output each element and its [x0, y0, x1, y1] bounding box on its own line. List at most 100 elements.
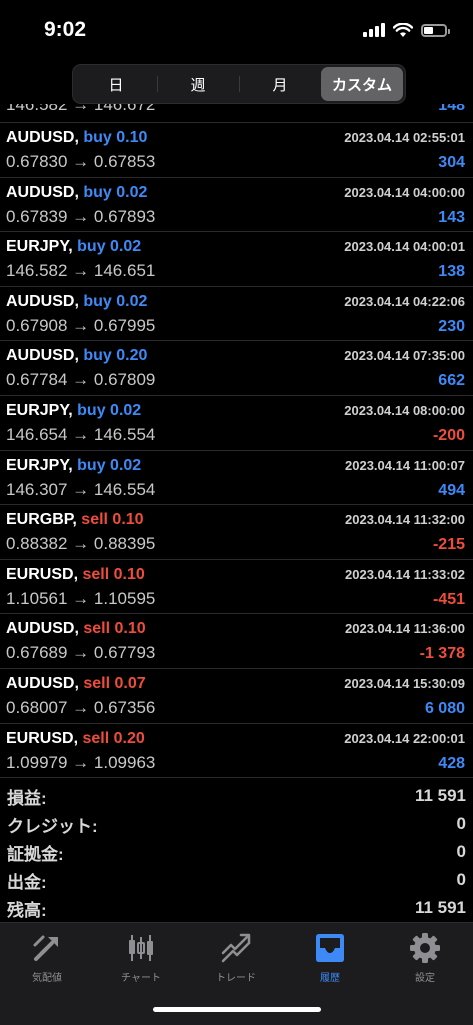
trade-profit: -1 378: [419, 645, 465, 663]
trade-symbol: EURJPY,: [6, 238, 73, 256]
trade-profit: -215: [432, 536, 465, 554]
trade-side: buy 0.02: [77, 238, 142, 256]
settings-icon: [410, 933, 440, 963]
home-indicator: [153, 1007, 321, 1012]
wifi-icon: [393, 22, 413, 37]
status-bar: 9:02: [0, 0, 473, 56]
trade-side: buy 0.20: [83, 347, 148, 365]
trade-row[interactable]: EURJPY, buy 0.02 2023.04.14 08:00:00 146.6…: [0, 396, 473, 451]
trade-profit: 662: [438, 372, 465, 390]
period-segmented-control: 日 週 月 カスタム: [72, 64, 406, 104]
summary-label: 証拠金:: [7, 844, 64, 864]
trade-row[interactable]: AUDUSD, sell 0.10 2023.04.14 11:36:00 0.67…: [0, 614, 473, 669]
trade-time: 2023.04.14 04:00:01: [344, 239, 465, 255]
trade-time: 2023.04.14 04:00:00: [344, 184, 465, 200]
tab-settings[interactable]: 設定: [378, 931, 472, 984]
trade-time: 2023.04.14 11:33:02: [345, 566, 465, 582]
summary-credit: クレジット: 0: [0, 810, 473, 838]
trade-time: 2023.04.14 11:32:00: [345, 512, 465, 528]
trade-symbol: AUDUSD,: [6, 347, 79, 365]
trade-side: sell 0.07: [83, 674, 146, 692]
summary-label: 出金:: [7, 872, 47, 892]
trade-symbol: EURUSD,: [6, 565, 79, 583]
trade-profit: 304: [438, 154, 465, 171]
tab-label: 設定: [415, 973, 435, 984]
trade-row[interactable]: EURJPY, buy 0.02 2023.04.14 11:00:07 146.3…: [0, 451, 473, 506]
segment-day[interactable]: 日: [75, 67, 157, 101]
trade-prices: 0.67839 → 0.67893: [6, 206, 156, 226]
trade-history-list[interactable]: 146.582 → 146.672 148 AUDUSD, buy 0.10 20…: [0, 104, 473, 778]
trade-profit: -451: [432, 590, 465, 608]
segment-month[interactable]: 月: [239, 67, 321, 101]
trade-row[interactable]: EURUSD, sell 0.10 2023.04.14 11:33:02 1.10…: [0, 560, 473, 615]
tab-trade[interactable]: トレード: [189, 931, 283, 984]
trade-symbol: AUDUSD,: [6, 674, 79, 692]
trade-profit: 230: [438, 317, 465, 335]
trade-row[interactable]: AUDUSD, buy 0.20 2023.04.14 07:35:00 0.677…: [0, 341, 473, 396]
status-icons: [363, 20, 450, 40]
trade-profit: 428: [438, 754, 465, 772]
trade-time: 2023.04.14 11:00:07: [345, 457, 465, 473]
trade-side: sell 0.20: [82, 729, 145, 747]
summary-value: 0: [456, 842, 466, 861]
trade-side: sell 0.10: [81, 511, 144, 529]
trade-side: sell 0.10: [82, 565, 145, 583]
trade-side: buy 0.10: [83, 129, 148, 146]
tab-label: トレード: [216, 973, 256, 984]
trade-symbol: AUDUSD,: [6, 129, 79, 146]
segment-week[interactable]: 週: [157, 67, 239, 101]
trade-profit: 6 080: [424, 699, 465, 717]
trade-time: 2023.04.14 07:35:00: [344, 348, 465, 364]
tab-label: 気配値: [32, 973, 62, 984]
history-icon: [316, 934, 344, 962]
trade-profit: -200: [432, 426, 465, 444]
trade-icon: [221, 933, 251, 963]
trade-row[interactable]: AUDUSD, buy 0.02 2023.04.14 04:22:06 0.679…: [0, 287, 473, 342]
trade-prices: 1.09979 → 1.09963: [6, 752, 156, 772]
trade-time: 2023.04.14 15:30:09: [344, 675, 465, 691]
trade-profit: 148: [438, 104, 465, 114]
trade-time: 2023.04.14 11:36:00: [345, 621, 465, 637]
trade-prices: 146.654 → 146.554: [6, 424, 156, 444]
summary-section: 損益: 11 591 クレジット: 0 証拠金: 0 出金: 0 残高: 11 …: [0, 782, 473, 922]
trade-row[interactable]: AUDUSD, sell 0.07 2023.04.14 15:30:09 0.68…: [0, 669, 473, 724]
trade-prices: 1.10561 → 1.10595: [6, 588, 156, 608]
summary-balance: 残高: 11 591: [0, 894, 473, 922]
trade-row[interactable]: EURGBP, sell 0.10 2023.04.14 11:32:00 0.88…: [0, 505, 473, 560]
status-time: 9:02: [44, 18, 87, 41]
summary-profit: 損益: 11 591: [0, 782, 473, 810]
trade-row[interactable]: AUDUSD, buy 0.10 2023.04.14 02:55:01 0.678…: [0, 123, 473, 178]
trade-side: buy 0.02: [83, 292, 148, 310]
trade-row[interactable]: EURUSD, sell 0.20 2023.04.14 22:00:01 1.09…: [0, 724, 473, 778]
trade-prices: 0.88382 → 0.88395: [6, 534, 156, 554]
trade-symbol: EURJPY,: [6, 456, 73, 474]
trade-row[interactable]: AUDUSD, buy 0.02 2023.04.14 04:00:00 0.678…: [0, 178, 473, 233]
summary-value: 11 591: [414, 786, 466, 805]
trade-symbol: AUDUSD,: [6, 183, 79, 201]
summary-label: 残高:: [7, 900, 47, 920]
tab-history[interactable]: 履歴: [283, 931, 377, 984]
trade-symbol: EURJPY,: [6, 401, 73, 419]
trade-symbol: AUDUSD,: [6, 620, 79, 638]
tab-label: 履歴: [320, 973, 340, 984]
summary-value: 11 591: [414, 898, 466, 917]
quotes-icon: [33, 935, 58, 961]
trade-profit: 494: [438, 481, 465, 499]
trade-symbol: AUDUSD,: [6, 292, 79, 310]
summary-label: 損益:: [7, 788, 47, 808]
trade-prices: 0.68007 → 0.67356: [6, 697, 156, 717]
segment-custom[interactable]: カスタム: [321, 67, 403, 101]
trade-symbol: EURGBP,: [6, 511, 77, 529]
tab-chart[interactable]: チャート: [94, 931, 188, 984]
tab-quotes[interactable]: 気配値: [0, 931, 94, 984]
trade-profit: 138: [438, 263, 465, 281]
trade-row[interactable]: EURJPY, buy 0.02 2023.04.14 04:00:01 146.5…: [0, 232, 473, 287]
trade-row-partial[interactable]: 146.582 → 146.672 148: [0, 104, 473, 123]
summary-value: 0: [456, 870, 466, 889]
chart-icon: [129, 935, 153, 961]
trade-time: 2023.04.14 04:22:06: [344, 293, 465, 309]
trade-prices: 146.307 → 146.554: [6, 479, 156, 499]
trade-profit: 143: [438, 208, 465, 226]
summary-label: クレジット:: [7, 816, 98, 836]
trade-prices: 0.67784 → 0.67809: [6, 370, 156, 390]
